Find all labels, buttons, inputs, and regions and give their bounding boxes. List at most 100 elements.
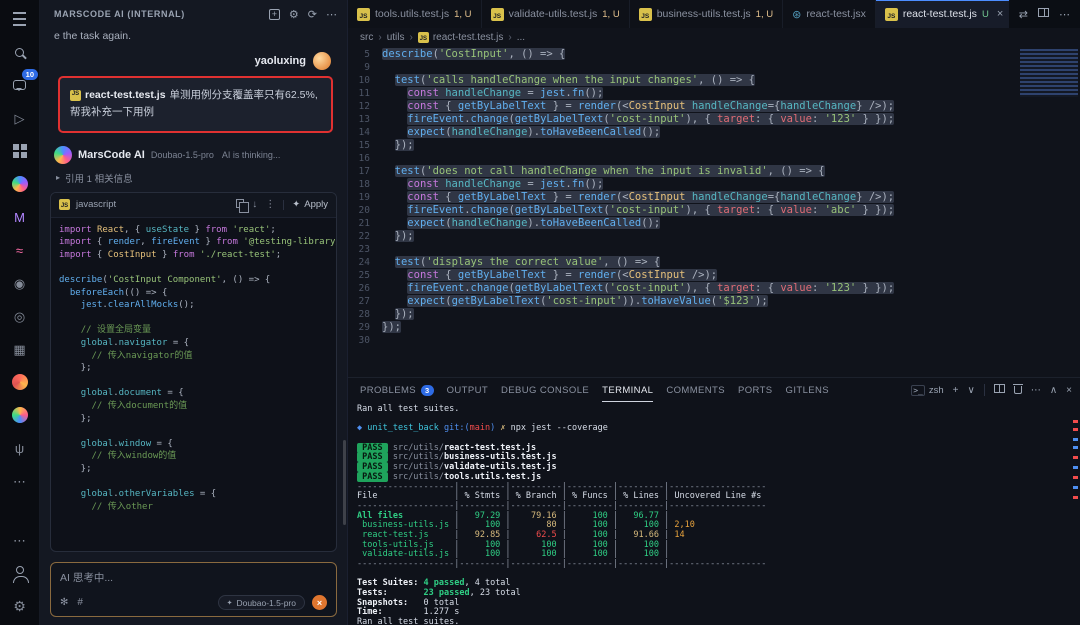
close-panel-icon[interactable]: × <box>1066 385 1072 396</box>
minimap[interactable] <box>1020 49 1078 97</box>
overview-ruler-mark <box>1073 420 1078 423</box>
breadcrumb-item[interactable]: src <box>360 32 373 43</box>
code-block-content[interactable]: import React, { useState } from 'react';… <box>51 218 336 520</box>
sidebar-scrollbar[interactable] <box>343 440 346 525</box>
code-block-line: import { CostInput } from './react-test'… <box>59 249 328 262</box>
code-block-line: beforeEach(() => { <box>59 287 328 300</box>
kill-terminal-icon[interactable] <box>1014 383 1022 397</box>
chat-input[interactable]: AI 思考中... ✻# ✦Doubao-1.5-pro × <box>50 562 337 617</box>
more-icon[interactable]: ⋯ <box>9 470 31 492</box>
panel-tab-problems[interactable]: PROBLEMS3 <box>360 378 434 402</box>
editor-row: 12 const { getByLabelText } = render(<Co… <box>348 100 1080 113</box>
js-file-icon: JS <box>639 8 652 21</box>
divider <box>283 200 284 210</box>
toggle-changes-icon[interactable]: ⇄ <box>1019 8 1028 21</box>
user-message-header: yaoluxing <box>40 46 347 76</box>
more-actions-icon[interactable]: ⋯ <box>326 8 337 21</box>
account-icon[interactable] <box>9 562 31 584</box>
terminal-dropdown-icon[interactable]: ∨ <box>968 385 975 396</box>
command-icon[interactable]: ✻ <box>60 597 68 608</box>
model-selector[interactable]: ✦Doubao-1.5-pro <box>218 595 305 610</box>
package-icon[interactable] <box>9 371 31 393</box>
marscode-logo-icon[interactable] <box>9 173 31 195</box>
overview-ruler-mark <box>1073 428 1078 431</box>
code-line: test('displays the correct value', () =>… <box>382 256 660 269</box>
panel-tab-comments[interactable]: COMMENTS <box>666 378 725 402</box>
terminal-line: Time: 1.277 s <box>357 608 1080 618</box>
code-block-line <box>59 476 328 489</box>
waves-icon[interactable]: ≈ <box>9 239 31 261</box>
reference-toggle[interactable]: ▸ 引用 1 相关信息 <box>40 167 347 190</box>
code-block-line <box>59 375 328 388</box>
line-number: 13 <box>348 113 382 126</box>
code-block-line: global.otherVariables = { <box>59 488 328 501</box>
extensions-icon[interactable] <box>9 140 31 162</box>
breadcrumb-item[interactable]: JSreact-test.test.js <box>418 32 504 43</box>
editor-row: 21 expect(handleChange).toHaveBeenCalled… <box>348 217 1080 230</box>
close-tab-icon[interactable]: × <box>997 8 1003 20</box>
tab-label: react-test.test.js <box>903 8 977 20</box>
terminal-icon: >_ <box>911 385 925 396</box>
problems-count-badge: 3 <box>421 385 434 396</box>
settings-icon[interactable]: ⚙ <box>289 8 299 21</box>
reference-label: 引用 1 相关信息 <box>65 171 133 185</box>
code-editor[interactable]: 5describe('CostInput', () => {9 10 test(… <box>348 46 1080 377</box>
new-chat-icon[interactable]: + <box>269 8 280 20</box>
record-icon[interactable]: ◉ <box>9 272 31 294</box>
stop-generation-button[interactable]: × <box>312 595 327 610</box>
line-number: 5 <box>348 48 382 61</box>
code-block-line: }; <box>59 463 328 476</box>
user-message-bubble[interactable]: JSreact-test.test.js单测用例分支覆盖率只有62.5%, 帮我… <box>58 76 333 133</box>
new-terminal-button[interactable]: + <box>953 385 959 396</box>
search-icon[interactable] <box>9 41 31 63</box>
context-hash-icon[interactable]: # <box>77 597 83 608</box>
git-branch-icon[interactable]: ψ <box>9 437 31 459</box>
breadcrumb-item[interactable]: utils <box>387 32 405 43</box>
split-terminal-icon[interactable] <box>994 384 1005 396</box>
editor-row: 23 <box>348 243 1080 256</box>
tab-react-test.jsx[interactable]: ⊛react-test.jsx <box>783 0 876 28</box>
chat-icon[interactable]: 10 <box>9 74 31 96</box>
js-file-icon: JS <box>357 8 370 21</box>
insert-code-icon[interactable]: ↓ <box>252 199 257 210</box>
settings-gear-icon[interactable]: ⚙ <box>9 595 31 617</box>
target-icon[interactable]: ◎ <box>9 305 31 327</box>
run-debug-icon[interactable]: ▷ <box>9 107 31 129</box>
tab-business-utils.test.js[interactable]: JSbusiness-utils.test.js1, U <box>630 0 783 28</box>
more-actions-icon[interactable]: ⋯ <box>1059 8 1070 21</box>
tab-tools.utils.test.js[interactable]: JStools.utils.test.js1, U <box>348 0 482 28</box>
panel-tab-output[interactable]: OUTPUT <box>447 378 488 402</box>
ai-assistant-icon[interactable]: M <box>9 206 31 228</box>
split-editor-icon[interactable] <box>1038 8 1049 20</box>
more-icon[interactable]: ⋮ <box>265 199 275 210</box>
more-icon[interactable]: ⋯ <box>9 529 31 551</box>
assistant-status: AI is thinking... <box>222 150 281 160</box>
plugin-icon[interactable] <box>9 404 31 426</box>
terminal-output[interactable]: Ran all test suites. ◆ unit_test_back gi… <box>348 402 1080 625</box>
breadcrumb-item[interactable]: ... <box>517 32 525 43</box>
panel-tabs: PROBLEMS3 OUTPUT DEBUG CONSOLE TERMINAL COMM… <box>356 378 829 402</box>
tab-validate-utils.test.js[interactable]: JSvalidate-utils.test.js1, U <box>482 0 630 28</box>
panel-tab-debug-console[interactable]: DEBUG CONSOLE <box>501 378 589 402</box>
activity-bar: 10 ▷ M ≈ ◉ ◎ ▦ ψ ⋯ ⋯ ⚙ <box>0 0 40 625</box>
code-block-line: // 传入window的值 <box>59 450 328 463</box>
tab-react-test.test.js[interactable]: JSreact-test.test.jsU× <box>876 0 1009 28</box>
terminal-shell-selector[interactable]: >_zsh <box>911 385 943 396</box>
panel-tab-terminal[interactable]: TERMINAL <box>602 378 653 402</box>
copy-icon[interactable] <box>236 199 244 211</box>
line-number: 28 <box>348 308 382 321</box>
line-number: 19 <box>348 191 382 204</box>
apply-button[interactable]: ✦Apply <box>292 199 328 210</box>
overview-ruler-mark <box>1073 476 1078 479</box>
menu-icon[interactable] <box>9 8 31 30</box>
history-icon[interactable]: ⟳ <box>308 8 317 21</box>
panel-tab-gitlens[interactable]: GITLENS <box>786 378 829 402</box>
code-block-line: // 传入navigator的值 <box>59 350 328 363</box>
editor-row: 25 const { getByLabelText } = render(<Co… <box>348 269 1080 282</box>
grid-view-icon[interactable]: ▦ <box>9 338 31 360</box>
more-actions-icon[interactable]: ⋯ <box>1031 385 1041 396</box>
panel-tab-ports[interactable]: PORTS <box>738 378 773 402</box>
maximize-panel-icon[interactable]: ∧ <box>1050 385 1057 396</box>
terminal-line: ◆ unit_test_back git:(main) ✗ npx jest -… <box>357 424 1080 434</box>
previous-message-text: e the task again. <box>40 28 347 46</box>
